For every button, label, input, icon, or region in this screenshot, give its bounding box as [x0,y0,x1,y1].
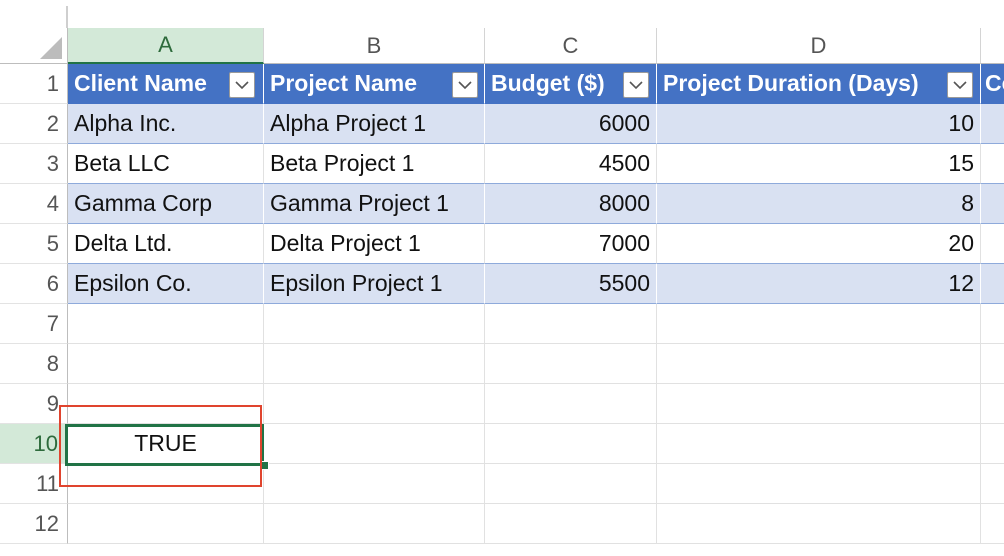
row-header-3[interactable]: 3 [0,144,68,184]
filter-button-budget[interactable] [623,72,649,98]
row-header-8[interactable]: 8 [0,344,68,384]
cell-a12[interactable] [68,504,264,544]
row-header-7[interactable]: 7 [0,304,68,344]
row-header-12[interactable]: 12 [0,504,68,544]
cell-c12[interactable] [485,504,657,544]
cell-a5[interactable]: Delta Ltd. [68,224,264,264]
cell-c2[interactable]: 6000 [485,104,657,144]
cell-e4[interactable] [981,184,1004,224]
cell-a2[interactable]: Alpha Inc. [68,104,264,144]
cell-d11[interactable] [657,464,981,504]
column-header-b[interactable]: B [264,28,485,64]
cell-b4[interactable]: Gamma Project 1 [264,184,485,224]
cell-e10[interactable] [981,424,1004,464]
cell-d8[interactable] [657,344,981,384]
header-label: Co [985,70,1004,96]
cell-b2[interactable]: Alpha Project 1 [264,104,485,144]
row-header-4[interactable]: 4 [0,184,68,224]
header-label: Project Name [270,70,418,96]
cell-b6[interactable]: Epsilon Project 1 [264,264,485,304]
column-header-a[interactable]: A [68,28,264,64]
cell-b3[interactable]: Beta Project 1 [264,144,485,184]
select-all-triangle-icon [40,37,62,59]
cell-a11[interactable] [68,464,264,504]
filter-button-project-name[interactable] [452,72,478,98]
column-header-d[interactable]: D [657,28,981,64]
cell-e5[interactable] [981,224,1004,264]
row-header-9[interactable]: 9 [0,384,68,424]
cell-b12[interactable] [264,504,485,544]
cell-e3[interactable] [981,144,1004,184]
chevron-down-icon [235,81,249,90]
row-header-1[interactable]: 1 [0,64,68,104]
cell-b11[interactable] [264,464,485,504]
cell-a6[interactable]: Epsilon Co. [68,264,264,304]
cell-c11[interactable] [485,464,657,504]
cell-e8[interactable] [981,344,1004,384]
cell-d5[interactable]: 20 [657,224,981,264]
cell-c10[interactable] [485,424,657,464]
cell-a7[interactable] [68,304,264,344]
toolbar-strip [0,0,1004,28]
cell-e11[interactable] [981,464,1004,504]
cell-e2[interactable] [981,104,1004,144]
cell-b8[interactable] [264,344,485,384]
cell-a10[interactable]: TRUE [68,424,264,464]
cell-c4[interactable]: 8000 [485,184,657,224]
cell-a3[interactable]: Beta LLC [68,144,264,184]
cell-d12[interactable] [657,504,981,544]
column-header-e[interactable] [981,28,1004,64]
cell-b9[interactable] [264,384,485,424]
splitter-line [66,6,68,28]
cell-d4[interactable]: 8 [657,184,981,224]
cell-d10[interactable] [657,424,981,464]
cell-a4[interactable]: Gamma Corp [68,184,264,224]
cell-d6[interactable]: 12 [657,264,981,304]
cell-c9[interactable] [485,384,657,424]
cell-c6[interactable]: 5500 [485,264,657,304]
cell-b7[interactable] [264,304,485,344]
cell-a9[interactable] [68,384,264,424]
spreadsheet-grid: A B C D 1 2 3 4 5 6 7 8 9 10 11 12 Clien… [0,0,1004,556]
cell-d7[interactable] [657,304,981,344]
row-header-10[interactable]: 10 [0,424,68,464]
row-header-6[interactable]: 6 [0,264,68,304]
header-label: Project Duration (Days) [663,70,919,96]
column-header-c[interactable]: C [485,28,657,64]
cell-c5[interactable]: 7000 [485,224,657,264]
cell-d2[interactable]: 10 [657,104,981,144]
row-header-11[interactable]: 11 [0,464,68,504]
fill-handle[interactable] [260,461,269,470]
cell-e9[interactable] [981,384,1004,424]
cell-e12[interactable] [981,504,1004,544]
table-header-truncated[interactable]: Co [981,64,1004,104]
header-label: Budget ($) [491,70,605,96]
cell-c3[interactable]: 4500 [485,144,657,184]
chevron-down-icon [629,81,643,90]
cell-c8[interactable] [485,344,657,384]
cell-c7[interactable] [485,304,657,344]
cell-b10[interactable] [264,424,485,464]
cell-e6[interactable] [981,264,1004,304]
table-header-project-duration[interactable]: Project Duration (Days) [657,64,981,104]
filter-button-client-name[interactable] [229,72,255,98]
row-header-2[interactable]: 2 [0,104,68,144]
chevron-down-icon [458,81,472,90]
cell-d3[interactable]: 15 [657,144,981,184]
filter-button-project-duration[interactable] [947,72,973,98]
cell-a8[interactable] [68,344,264,384]
cell-b5[interactable]: Delta Project 1 [264,224,485,264]
cell-d9[interactable] [657,384,981,424]
chevron-down-icon [953,81,967,90]
header-label: Client Name [74,70,207,96]
cell-e7[interactable] [981,304,1004,344]
row-header-5[interactable]: 5 [0,224,68,264]
